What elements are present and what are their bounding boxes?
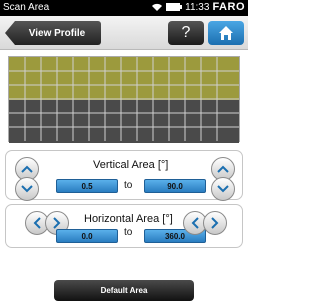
horizontal-max-right-button[interactable]: [203, 211, 227, 235]
vertical-max-field[interactable]: 90.0: [144, 179, 206, 193]
vertical-min-stepper: [15, 157, 39, 201]
chevron-down-icon: [21, 185, 33, 193]
scan-area-preview: [8, 56, 240, 143]
default-area-label: Default Area: [100, 286, 148, 295]
toolbar: View Profile ?: [0, 16, 248, 50]
view-profile-label: View Profile: [28, 27, 86, 39]
vertical-area-panel: Vertical Area [°] 0.5 to 90.0: [5, 150, 243, 201]
vertical-max-value: 90.0: [167, 181, 183, 191]
battery-icon: [166, 3, 183, 11]
chevron-right-icon: [53, 217, 61, 229]
horizontal-area-panel: Horizontal Area [°] 0.0 to 360.0: [5, 204, 243, 248]
chevron-right-icon: [211, 217, 219, 229]
vertical-min-field[interactable]: 0.5: [56, 179, 118, 193]
vertical-max-down-button[interactable]: [211, 177, 235, 201]
chevron-left-icon: [33, 217, 41, 229]
wifi-icon: [152, 3, 163, 12]
horizontal-area-label: Horizontal Area [°]: [84, 213, 173, 225]
horizontal-min-value: 0.0: [81, 231, 93, 241]
default-area-button[interactable]: Default Area: [54, 280, 194, 301]
horizontal-to-label: to: [124, 227, 133, 238]
status-icons: 11:33 FARO: [151, 1, 245, 13]
chevron-up-icon: [21, 165, 33, 173]
home-button[interactable]: [208, 21, 244, 45]
horizontal-min-field[interactable]: 0.0: [56, 229, 118, 243]
view-profile-button[interactable]: View Profile: [5, 21, 101, 45]
vertical-to-label: to: [124, 180, 133, 191]
vertical-min-value: 0.5: [81, 181, 93, 191]
chevron-left-icon: [191, 217, 199, 229]
question-icon: ?: [181, 24, 191, 41]
faro-logo: FARO: [212, 1, 245, 13]
vertical-area-label: Vertical Area [°]: [93, 159, 169, 171]
horizontal-max-stepper: [183, 211, 227, 235]
vertical-down-button[interactable]: [15, 177, 39, 201]
app-title: Scan Area: [3, 2, 50, 13]
chevron-down-icon: [217, 185, 229, 193]
help-button[interactable]: ?: [168, 21, 204, 45]
horizontal-max-value: 360.0: [164, 231, 186, 241]
vertical-max-stepper: [211, 157, 235, 201]
status-bar: Scan Area 11:33 FARO: [0, 0, 248, 16]
home-icon: [219, 26, 233, 40]
chevron-up-icon: [217, 165, 229, 173]
clock: 11:33: [185, 1, 210, 13]
grid-overlay: [9, 57, 239, 141]
